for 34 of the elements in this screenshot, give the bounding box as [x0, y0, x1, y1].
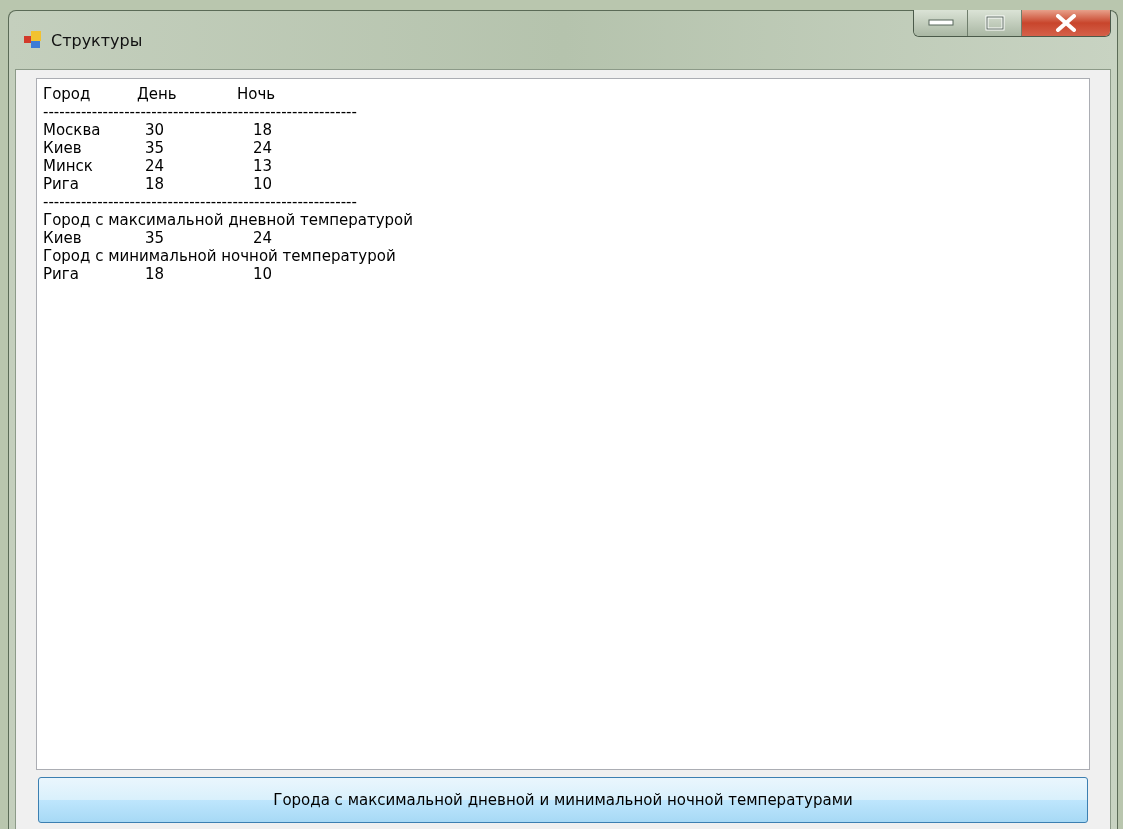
- output-value: Рига: [43, 265, 80, 283]
- app-icon: [23, 30, 43, 50]
- column-header: Город: [43, 85, 92, 103]
- action-button[interactable]: Города с максимальной дневной и минимальной ночной температурами: [38, 777, 1088, 823]
- output-value: 24: [252, 139, 274, 157]
- column-header: День: [137, 85, 178, 103]
- output-value: Москва: [43, 121, 102, 139]
- output-value: Киев: [43, 229, 83, 247]
- output-value: 10: [252, 175, 274, 193]
- output-value: 35: [144, 229, 166, 247]
- output-value: Минск: [43, 157, 94, 175]
- output-line: Город с минимальной ночной температурой: [43, 247, 397, 265]
- minimize-icon: [927, 19, 954, 27]
- maximize-icon: [984, 15, 1005, 31]
- output-value: 18: [144, 265, 166, 283]
- output-value: 24: [144, 157, 166, 175]
- close-button[interactable]: [1022, 10, 1110, 36]
- column-header: Ночь: [237, 85, 277, 103]
- output-value: Рига: [43, 175, 80, 193]
- output-line: ----------------------------------------------------------: [43, 193, 358, 211]
- close-icon: [1055, 14, 1077, 32]
- maximize-button[interactable]: [968, 10, 1022, 36]
- output-value: 18: [144, 175, 166, 193]
- minimize-button[interactable]: [914, 10, 968, 36]
- window-title: Структуры: [51, 30, 143, 50]
- output-value: 13: [252, 157, 274, 175]
- output-value: 30: [144, 121, 166, 139]
- output-line: ----------------------------------------------------------: [43, 103, 358, 121]
- output-value: 24: [252, 229, 274, 247]
- output-value: 18: [252, 121, 274, 139]
- output-value: Киев: [43, 139, 83, 157]
- output-value: 35: [144, 139, 166, 157]
- output-value: 10: [252, 265, 274, 283]
- output-line: Город с максимальной дневной температурой: [43, 211, 415, 229]
